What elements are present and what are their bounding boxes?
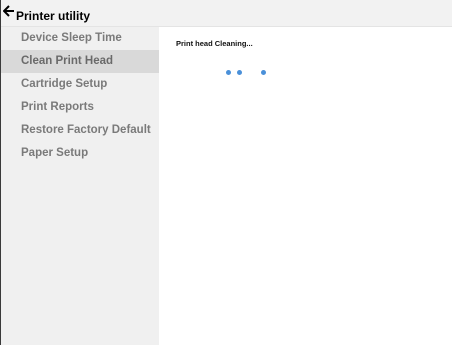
back-arrow-icon[interactable] [2, 4, 15, 18]
sidebar-item-clean-print-head[interactable]: Clean Print Head [1, 50, 159, 73]
sidebar-item-device-sleep-time[interactable]: Device Sleep Time [1, 27, 159, 50]
spinner-dot [237, 70, 242, 75]
sidebar-item-paper-setup[interactable]: Paper Setup [1, 142, 159, 165]
printer-utility-window: Printer utility Device Sleep Time Clean … [0, 0, 452, 345]
sidebar: Device Sleep Time Clean Print Head Cartr… [1, 27, 159, 345]
cleaning-status-text: Print head Cleaning... [176, 39, 253, 48]
sidebar-item-restore-factory-default[interactable]: Restore Factory Default [1, 119, 159, 142]
sidebar-item-cartridge-setup[interactable]: Cartridge Setup [1, 73, 159, 96]
main-content: Print head Cleaning... [159, 27, 452, 345]
spinner-dot [261, 70, 266, 75]
spinner-dot [226, 70, 231, 75]
sidebar-item-print-reports[interactable]: Print Reports [1, 96, 159, 119]
title-bar: Printer utility [1, 0, 452, 27]
app-title: Printer utility [16, 9, 91, 23]
